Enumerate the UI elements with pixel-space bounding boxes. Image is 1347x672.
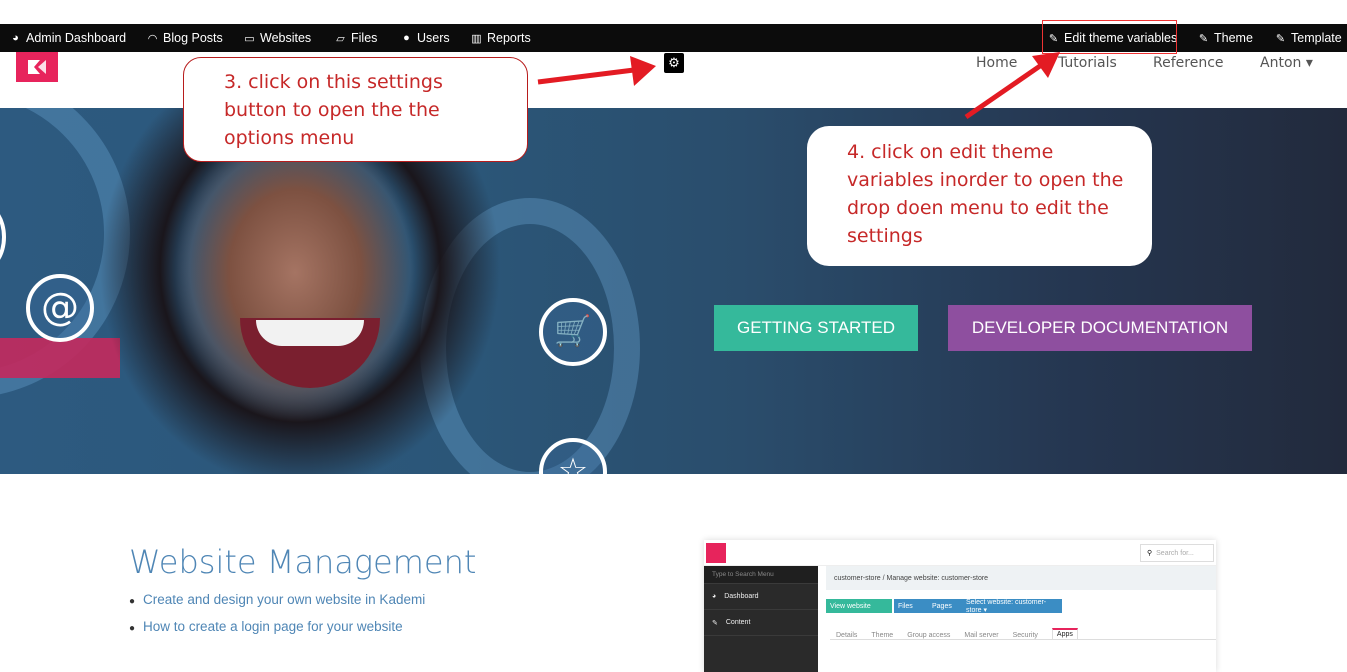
step-3-callout: 3. click on this settings button to open… [183,57,528,162]
link-text: Create and design your own website in Ka… [143,592,426,607]
nav-home[interactable]: Home [976,55,1017,71]
list-item[interactable]: ● How to create a login page for your web… [129,619,425,634]
users-link[interactable]: ● Users [400,24,450,52]
preview-breadcrumb: customer-store / Manage website: custome… [826,566,1216,590]
preview-tab: Group access [907,632,951,639]
bar-chart-icon: ▥ [471,32,482,45]
at-sign-icon: @ [26,274,94,342]
bullet: ● [129,596,136,607]
reports-link[interactable]: ▥ Reports [470,24,531,52]
section-title: Website Management [129,543,477,581]
preview-sidebar-label: Content [725,619,751,626]
blog-posts-link[interactable]: ◠ Blog Posts [146,24,223,52]
nav-reference[interactable]: Reference [1153,55,1224,71]
websites-link[interactable]: ▭ Websites [243,24,311,52]
dashboard-icon: ◕ [712,593,717,600]
preview-sidebar-item: ✎ Content [704,610,818,636]
preview-topbar: ⚲ Search for... [704,540,1216,566]
preview-search-placeholder: Search for... [1156,549,1194,557]
template-label: Template [1291,31,1342,45]
link-text: How to create a login page for your webs… [143,619,403,634]
step-4-callout: 4. click on edit theme variables inorder… [807,126,1152,266]
preview-select-website-button: Select website: customer-store ▾ [962,599,1062,614]
folder-open-icon: ▱ [336,32,345,45]
kademi-logo[interactable] [16,52,58,82]
edit-icon: ✎ [712,619,718,627]
edit-theme-variables-highlight [1042,20,1177,54]
template-link[interactable]: ✎ Template [1274,24,1342,52]
list-item[interactable]: ● Create and design your own website in K… [129,592,425,607]
preview-tabs: Details Theme Group access Mail server S… [830,624,1216,640]
admin-preview-image: ⚲ Search for... Type to Search Menu ◕ Das… [704,540,1216,672]
tutorial-links: ● Create and design your own website in K… [129,592,425,646]
preview-search: ⚲ Search for... [1140,544,1214,562]
preview-tab: Theme [871,632,894,639]
settings-button[interactable]: ⚙ [664,53,684,73]
preview-tab: Security [1012,632,1038,639]
theme-label: Theme [1214,31,1253,45]
hero-photo-teeth [256,320,364,346]
search-icon: ⚲ [1147,550,1153,557]
reports-label: Reports [487,31,531,45]
admin-dashboard-link[interactable]: ◕ Admin Dashboard [9,24,126,52]
dashboard-icon: ◕ [12,32,19,44]
hero-photo-face [120,108,470,474]
preview-view-website-button: View website [826,599,892,613]
nav-user-menu[interactable]: Anton ▾ [1260,55,1313,71]
user-icon: ● [403,32,410,44]
files-label: Files [351,31,378,45]
preview-tab-active: Apps [1051,628,1078,639]
preview-pages-button: Pages [928,599,962,613]
getting-started-button[interactable]: GETTING STARTED [714,305,918,351]
rss-icon: ◠ [147,32,158,45]
preview-tab: Details [836,632,858,639]
developer-documentation-button[interactable]: DEVELOPER DOCUMENTATION [948,305,1252,351]
files-link[interactable]: ▱ Files [334,24,377,52]
laptop-icon: ▭ [244,32,255,45]
blog-posts-label: Blog Posts [163,31,223,45]
preview-tab: Mail server [964,632,999,639]
arrow-to-settings [537,56,656,86]
users-label: Users [417,31,450,45]
preview-main: customer-store / Manage website: custome… [826,566,1216,672]
theme-link[interactable]: ✎ Theme [1197,24,1253,52]
preview-sidebar: Type to Search Menu ◕ Dashboard ✎ Content [704,566,818,672]
websites-label: Websites [260,31,312,45]
preview-sidebar-item: ◕ Dashboard [704,584,818,610]
pencil-icon: ✎ [1198,32,1209,45]
preview-sidebar-search: Type to Search Menu [704,566,818,584]
preview-sidebar-label: Dashboard [724,593,759,600]
nav-tutorials[interactable]: Tutorials [1058,55,1117,71]
admin-dashboard-label: Admin Dashboard [26,31,127,45]
pencil-icon: ✎ [1275,32,1286,45]
bullet: ● [129,623,136,634]
preview-files-button: Files [894,599,928,613]
shopping-cart-icon: 🛒 [539,298,607,366]
logo-mark-icon [28,60,46,74]
preview-logo [706,543,726,563]
